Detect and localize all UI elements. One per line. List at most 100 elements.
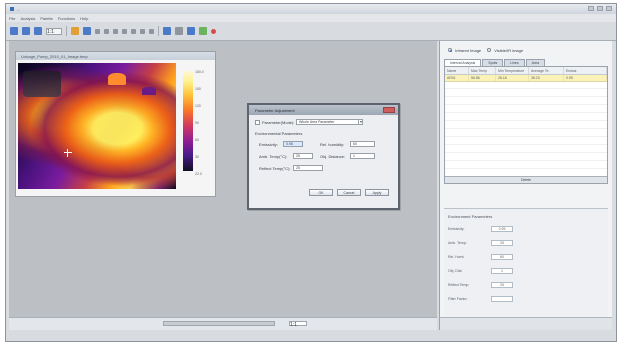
text-tool-icon[interactable]	[149, 28, 154, 34]
application-window: ... File Analysis Palette Functions Help…	[5, 3, 617, 342]
polygon-tool-icon[interactable]	[122, 28, 127, 34]
colorbar-max-label: 180.0	[195, 70, 204, 74]
workspace-scrollbar[interactable]: 1:1	[9, 317, 437, 330]
parameter-mode-row: Parameter(Mode): Whole Area Parameter	[255, 119, 363, 125]
open-icon[interactable]	[10, 27, 18, 35]
export-icon[interactable]	[187, 27, 195, 35]
emissivity-input[interactable]: 0.95	[283, 141, 303, 147]
menu-palette[interactable]: Palette	[40, 16, 52, 21]
parameter-value[interactable]: 25	[491, 240, 513, 246]
ambient-temperature-row: Amb. Temp(°C): 25	[259, 153, 313, 159]
stop-icon[interactable]	[211, 28, 216, 34]
humidity-input[interactable]: 60	[350, 141, 375, 147]
parameter-value[interactable]: 25	[491, 282, 513, 288]
parameter-label: Emissivity:	[448, 227, 465, 231]
delete-button[interactable]: Delete	[445, 176, 607, 183]
close-button[interactable]	[606, 6, 612, 11]
tab-interval-analysis[interactable]: Interval Analysis	[444, 59, 482, 66]
column-max-temp: Max Temp	[469, 67, 496, 74]
parameter-row: Rel. Humi: 60	[448, 253, 542, 261]
refresh-icon[interactable]	[199, 27, 207, 35]
radio-icon	[487, 48, 492, 52]
palette-icon[interactable]	[71, 27, 79, 35]
settings-icon[interactable]	[175, 27, 183, 35]
parameter-mode-select[interactable]: Whole Area Parameter	[296, 119, 363, 125]
page-info-field[interactable]: 1:1	[289, 321, 307, 328]
environment-parameters-panel: Environment Parameters Emissivity: 0.95 …	[444, 208, 608, 328]
parameter-value[interactable]: 1	[491, 268, 513, 274]
tab-lines[interactable]: Lines	[504, 59, 525, 66]
visible-ir-image-label: Visible/IR image	[494, 48, 524, 53]
column-name: Name	[445, 67, 469, 74]
menu-help[interactable]: Help	[80, 16, 88, 21]
toolbar-separator	[158, 26, 159, 36]
apply-button[interactable]: Apply	[365, 189, 389, 196]
zoom-in-icon[interactable]	[22, 27, 30, 35]
infrared-image-option[interactable]: Infrared Image	[448, 48, 481, 53]
colorbar-label: 30	[195, 155, 199, 159]
report-icon[interactable]	[163, 27, 171, 35]
thermal-image[interactable]	[18, 63, 176, 189]
ambient-temperature-label: Amb. Temp(°C):	[259, 153, 288, 159]
image-workspace: Linkage_Pump_2010_01_Image.bmp 180.0 150…	[9, 41, 437, 330]
toolbar-separator	[66, 26, 67, 36]
area-tool-icon[interactable]	[113, 28, 118, 34]
window-titlebar: ...	[6, 4, 616, 14]
parameter-value[interactable]	[491, 296, 513, 302]
parameter-mode-value: Whole Area Parameter	[299, 120, 335, 124]
environment-section-label: Environmental Parameters	[255, 131, 303, 136]
tab-spots[interactable]: Spots	[482, 59, 504, 66]
humidity-label: Rel. humidity:	[320, 141, 345, 147]
infrared-image-label: Infrared Image	[455, 48, 482, 53]
emissivity-row: Emissivity: 0.95	[259, 141, 303, 147]
parameters-title: Environment Parameters	[448, 214, 493, 219]
window-title: ...	[17, 6, 21, 12]
chevron-down-icon	[358, 120, 362, 124]
reflect-temperature-input[interactable]: 25	[293, 165, 323, 171]
menu-functions[interactable]: Functions	[58, 16, 75, 21]
cancel-button[interactable]: Cancel	[337, 189, 361, 196]
dialog-body: Parameter(Mode): Whole Area Parameter En…	[255, 119, 394, 206]
visible-ir-image-option[interactable]: Visible/IR image	[487, 48, 523, 53]
parameter-row: Emissivity: 0.95	[448, 225, 542, 233]
spot-tool-icon[interactable]	[95, 28, 100, 34]
analysis-table: Name Max Temp Min Temperature Average Te…	[444, 66, 608, 184]
minimize-button[interactable]	[588, 6, 594, 11]
menu-file[interactable]: File	[9, 16, 15, 21]
column-min-temperature: Min Temperature	[496, 67, 529, 74]
tab-area[interactable]: Area	[525, 59, 546, 66]
crosshair-marker-icon	[64, 149, 72, 157]
maximize-button[interactable]	[597, 6, 603, 11]
parameter-mode-label: Parameter(Mode):	[262, 119, 295, 125]
ambient-temperature-input[interactable]: 25	[293, 153, 313, 159]
column-average-temp: Average Te.	[529, 67, 564, 74]
analysis-panel: Infrared Image Visible/IR image Interval…	[439, 41, 612, 330]
analysis-icon[interactable]	[83, 27, 91, 35]
menu-analysis[interactable]: Analysis	[20, 16, 35, 21]
radio-selected-icon	[448, 48, 452, 52]
right-panel-status-strip	[440, 317, 612, 330]
zoom-out-icon[interactable]	[34, 27, 42, 35]
horizontal-scroll-thumb[interactable]	[163, 321, 275, 326]
ellipse-tool-icon[interactable]	[131, 28, 136, 34]
ok-button[interactable]: OK	[309, 189, 333, 196]
line-tool-icon[interactable]	[104, 28, 109, 34]
parameter-label: Amb. Temp:	[448, 241, 467, 245]
colorbar-label: 150	[195, 87, 201, 91]
parameter-value[interactable]: 60	[491, 254, 513, 260]
table-header: Name Max Temp Min Temperature Average Te…	[445, 67, 607, 75]
reflect-temperature-row: Reflect Temp(°C): 25	[259, 165, 323, 171]
humidity-row: Rel. humidity: 60	[320, 141, 375, 147]
colorbar-label: 120	[195, 104, 201, 108]
analysis-tabs: Interval Analysis Spots Lines Area	[444, 59, 546, 66]
object-distance-input[interactable]: 1	[350, 153, 375, 159]
parameter-mode-checkbox[interactable]	[255, 119, 260, 125]
isotherm-tool-icon[interactable]	[140, 28, 145, 34]
zoom-field[interactable]: 1:1	[46, 27, 62, 35]
colorbar-gradient	[183, 71, 193, 171]
parameter-value[interactable]: 0.95	[491, 226, 513, 232]
emissivity-label: Emissivity:	[259, 141, 278, 147]
app-icon	[10, 7, 14, 11]
image-mode-selector: Infrared Image Visible/IR image	[448, 48, 523, 53]
dialog-close-button[interactable]	[383, 107, 395, 113]
